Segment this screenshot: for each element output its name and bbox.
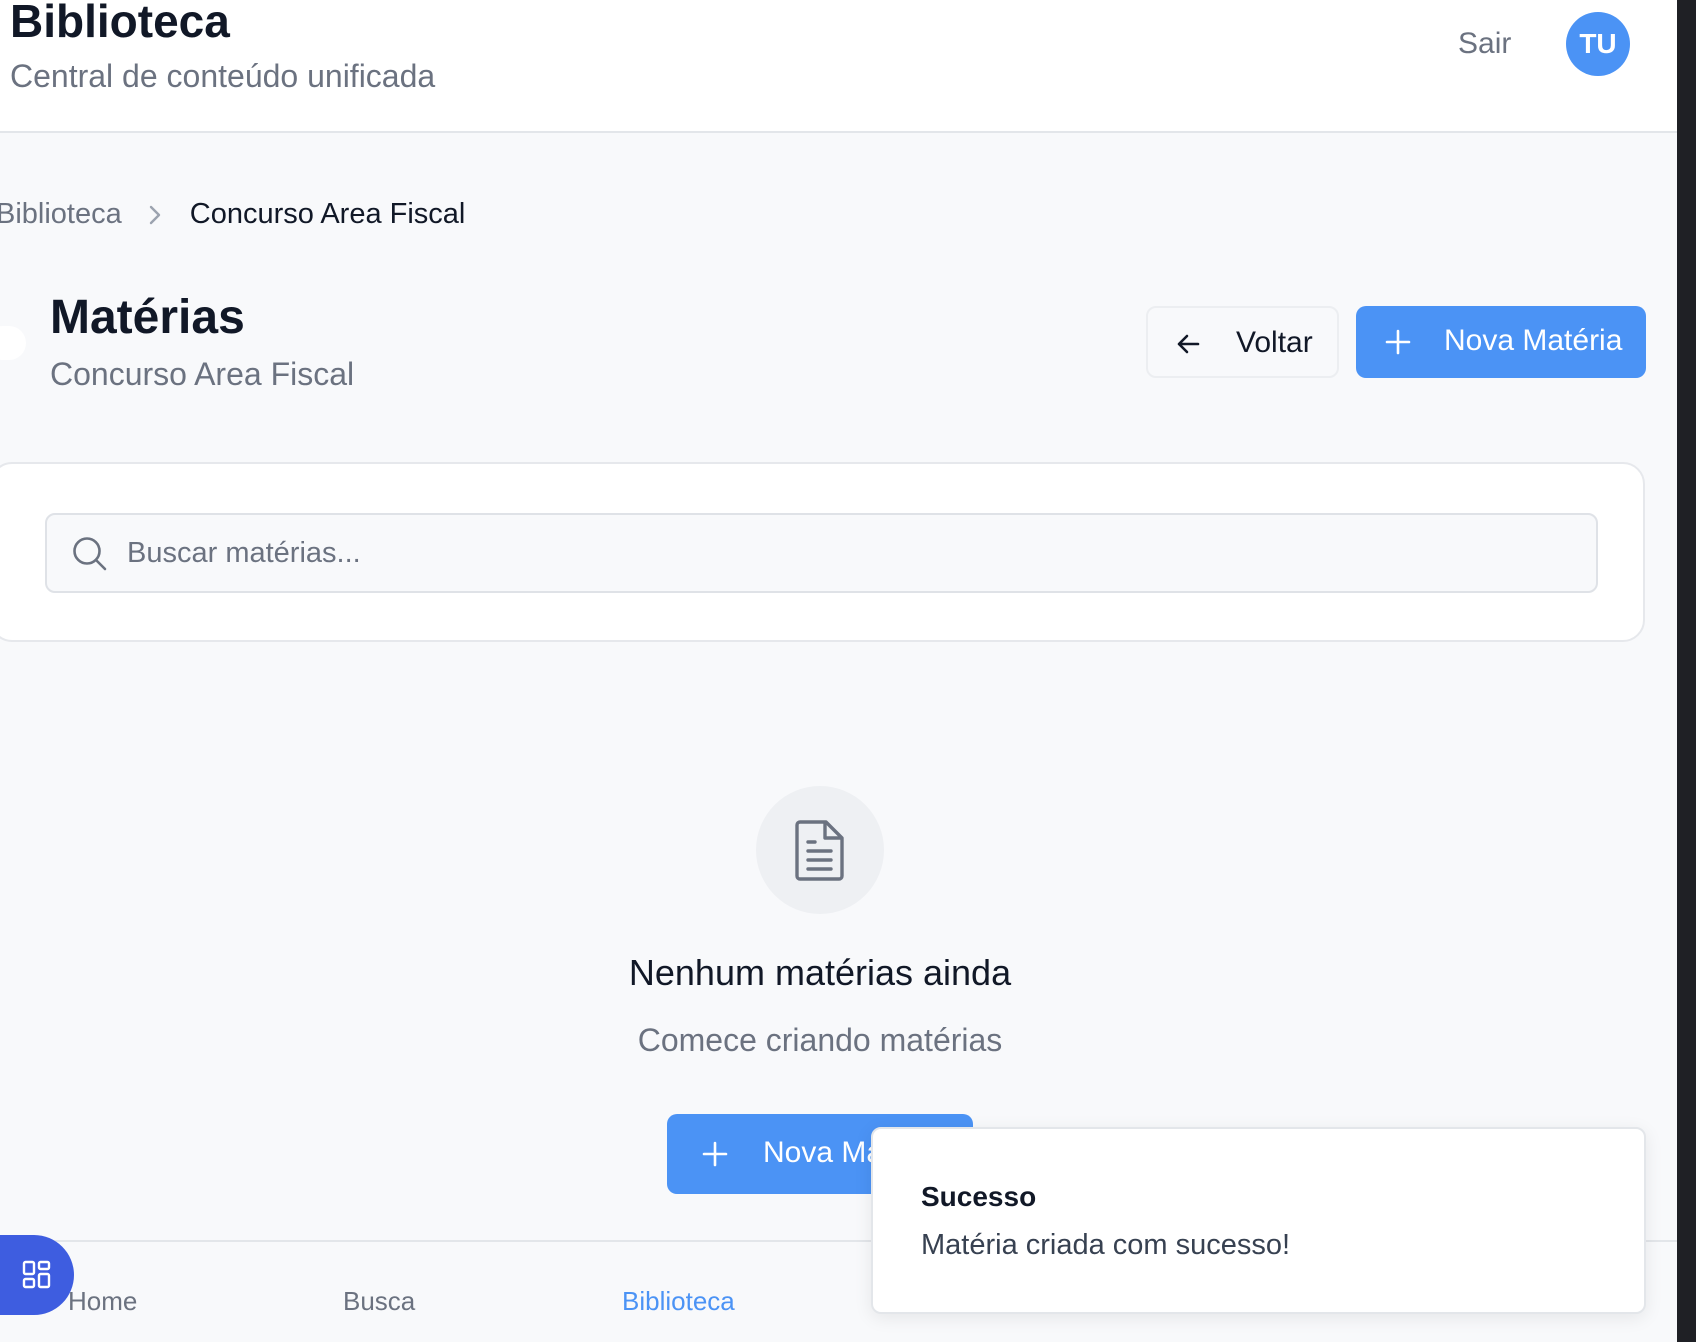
window-edge [1677, 0, 1696, 1342]
logout-button[interactable]: Sair [1458, 27, 1511, 61]
arrow-left-icon [1174, 330, 1202, 358]
page-title: Matérias [50, 291, 245, 344]
new-materia-button[interactable]: Nova Matéria [1356, 306, 1646, 378]
avatar[interactable]: TU [1566, 12, 1630, 76]
app-subtitle: Central de conteúdo unificada [10, 58, 436, 94]
breadcrumb: Biblioteca Concurso Area Fiscal [0, 198, 465, 231]
plus-icon [701, 1140, 729, 1168]
search-card [0, 462, 1645, 642]
back-button-label: Voltar [1236, 326, 1313, 359]
toast-message: Matéria criada com sucesso! [921, 1229, 1291, 1261]
nav-item-home[interactable]: Home [68, 1286, 137, 1317]
empty-state-title: Nenhum matérias ainda [628, 952, 1012, 993]
empty-state-subtitle: Comece criando matérias [637, 1022, 1003, 1058]
success-toast[interactable]: Sucesso Matéria criada com sucesso! [871, 1127, 1646, 1314]
plus-icon [1384, 328, 1412, 356]
breadcrumb-link-biblioteca[interactable]: Biblioteca [0, 198, 122, 231]
search-input[interactable] [127, 515, 1567, 591]
page-subtitle: Concurso Area Fiscal [50, 356, 355, 392]
search-icon [71, 535, 109, 573]
search-box[interactable] [45, 513, 1598, 593]
toast-title: Sucesso [921, 1181, 1037, 1212]
sidebar-toggle[interactable] [0, 326, 26, 360]
app-title: Biblioteca [10, 0, 230, 47]
grid-icon [22, 1260, 52, 1290]
nav-item-biblioteca[interactable]: Biblioteca [622, 1286, 735, 1317]
breadcrumb-current: Concurso Area Fiscal [189, 198, 466, 230]
document-icon [792, 818, 848, 882]
back-button[interactable]: Voltar [1146, 306, 1339, 378]
app-viewport: Biblioteca Central de conteúdo unificada… [0, 0, 1677, 1342]
new-materia-button-label: Nova Matéria [1444, 324, 1623, 357]
app-header: Biblioteca Central de conteúdo unificada… [0, 0, 1677, 133]
nav-item-busca[interactable]: Busca [343, 1286, 415, 1317]
empty-state-icon-wrap [756, 786, 884, 914]
chevron-right-icon [148, 204, 162, 226]
